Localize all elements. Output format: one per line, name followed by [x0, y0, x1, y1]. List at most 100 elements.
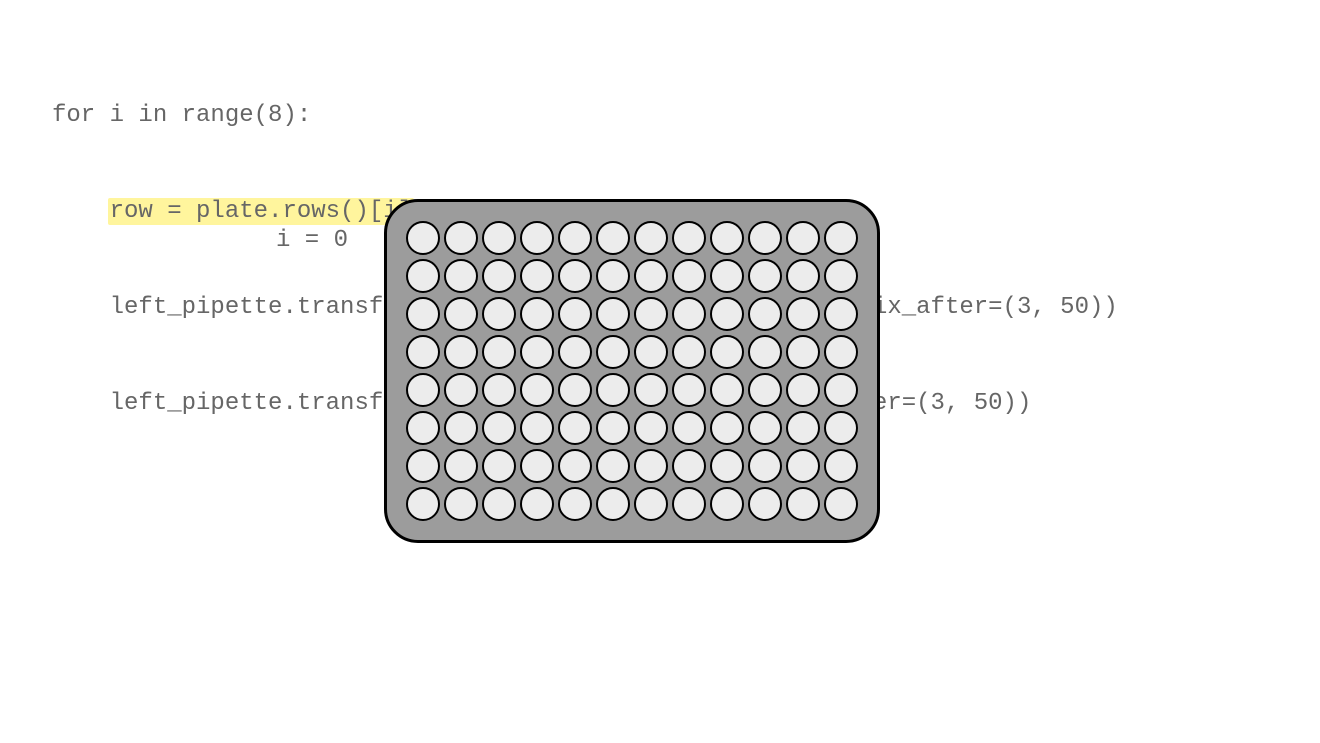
well [444, 373, 478, 407]
well [520, 335, 554, 369]
diagram-page: for i in range(8): row = plate.rows()[i]… [0, 0, 1320, 743]
well [672, 335, 706, 369]
well [672, 411, 706, 445]
well [520, 373, 554, 407]
well [406, 373, 440, 407]
well [634, 259, 668, 293]
well [748, 335, 782, 369]
well [786, 335, 820, 369]
well [786, 373, 820, 407]
well [482, 335, 516, 369]
well [634, 411, 668, 445]
well [558, 487, 592, 521]
well [444, 487, 478, 521]
well [520, 449, 554, 483]
well [710, 411, 744, 445]
well [558, 335, 592, 369]
well [672, 373, 706, 407]
well [596, 411, 630, 445]
well [824, 221, 858, 255]
code-highlight: row = plate.rows()[i] [108, 198, 414, 225]
well [558, 373, 592, 407]
well [710, 297, 744, 331]
well [406, 449, 440, 483]
well [748, 259, 782, 293]
well [672, 449, 706, 483]
well [558, 259, 592, 293]
well-plate-container [384, 199, 880, 543]
well [634, 335, 668, 369]
well [824, 335, 858, 369]
well [406, 297, 440, 331]
well [672, 297, 706, 331]
well [748, 449, 782, 483]
well [786, 411, 820, 445]
well [710, 221, 744, 255]
iteration-label: i = 0 [276, 227, 348, 254]
well-plate-grid [404, 219, 860, 523]
well-plate [384, 199, 880, 543]
well [710, 259, 744, 293]
well [482, 221, 516, 255]
well [672, 259, 706, 293]
well [786, 297, 820, 331]
well [634, 373, 668, 407]
well [558, 449, 592, 483]
well [482, 411, 516, 445]
well [558, 297, 592, 331]
well [596, 221, 630, 255]
well [710, 335, 744, 369]
well [406, 221, 440, 255]
well [824, 487, 858, 521]
well [710, 449, 744, 483]
well [748, 487, 782, 521]
well [596, 449, 630, 483]
well [596, 297, 630, 331]
well [634, 221, 668, 255]
well [444, 335, 478, 369]
well [786, 221, 820, 255]
well [406, 411, 440, 445]
well [596, 373, 630, 407]
well [786, 487, 820, 521]
well [672, 221, 706, 255]
well [748, 411, 782, 445]
well [634, 487, 668, 521]
well [482, 487, 516, 521]
well [710, 487, 744, 521]
well [520, 487, 554, 521]
well [482, 373, 516, 407]
well [558, 411, 592, 445]
well [406, 487, 440, 521]
well [482, 449, 516, 483]
well [482, 259, 516, 293]
well [520, 221, 554, 255]
well [558, 221, 592, 255]
well [824, 411, 858, 445]
well [482, 297, 516, 331]
well [748, 221, 782, 255]
well [520, 411, 554, 445]
well [824, 259, 858, 293]
well [596, 259, 630, 293]
code-line-1: for i in range(8): [52, 100, 1118, 132]
well [444, 411, 478, 445]
well [786, 259, 820, 293]
well [748, 297, 782, 331]
well [520, 297, 554, 331]
well [824, 449, 858, 483]
well [444, 221, 478, 255]
well [444, 449, 478, 483]
well [748, 373, 782, 407]
well [444, 259, 478, 293]
well [710, 373, 744, 407]
well [786, 449, 820, 483]
well [596, 487, 630, 521]
well [824, 373, 858, 407]
well [406, 335, 440, 369]
well [444, 297, 478, 331]
well [672, 487, 706, 521]
well [634, 449, 668, 483]
well [634, 297, 668, 331]
well [596, 335, 630, 369]
